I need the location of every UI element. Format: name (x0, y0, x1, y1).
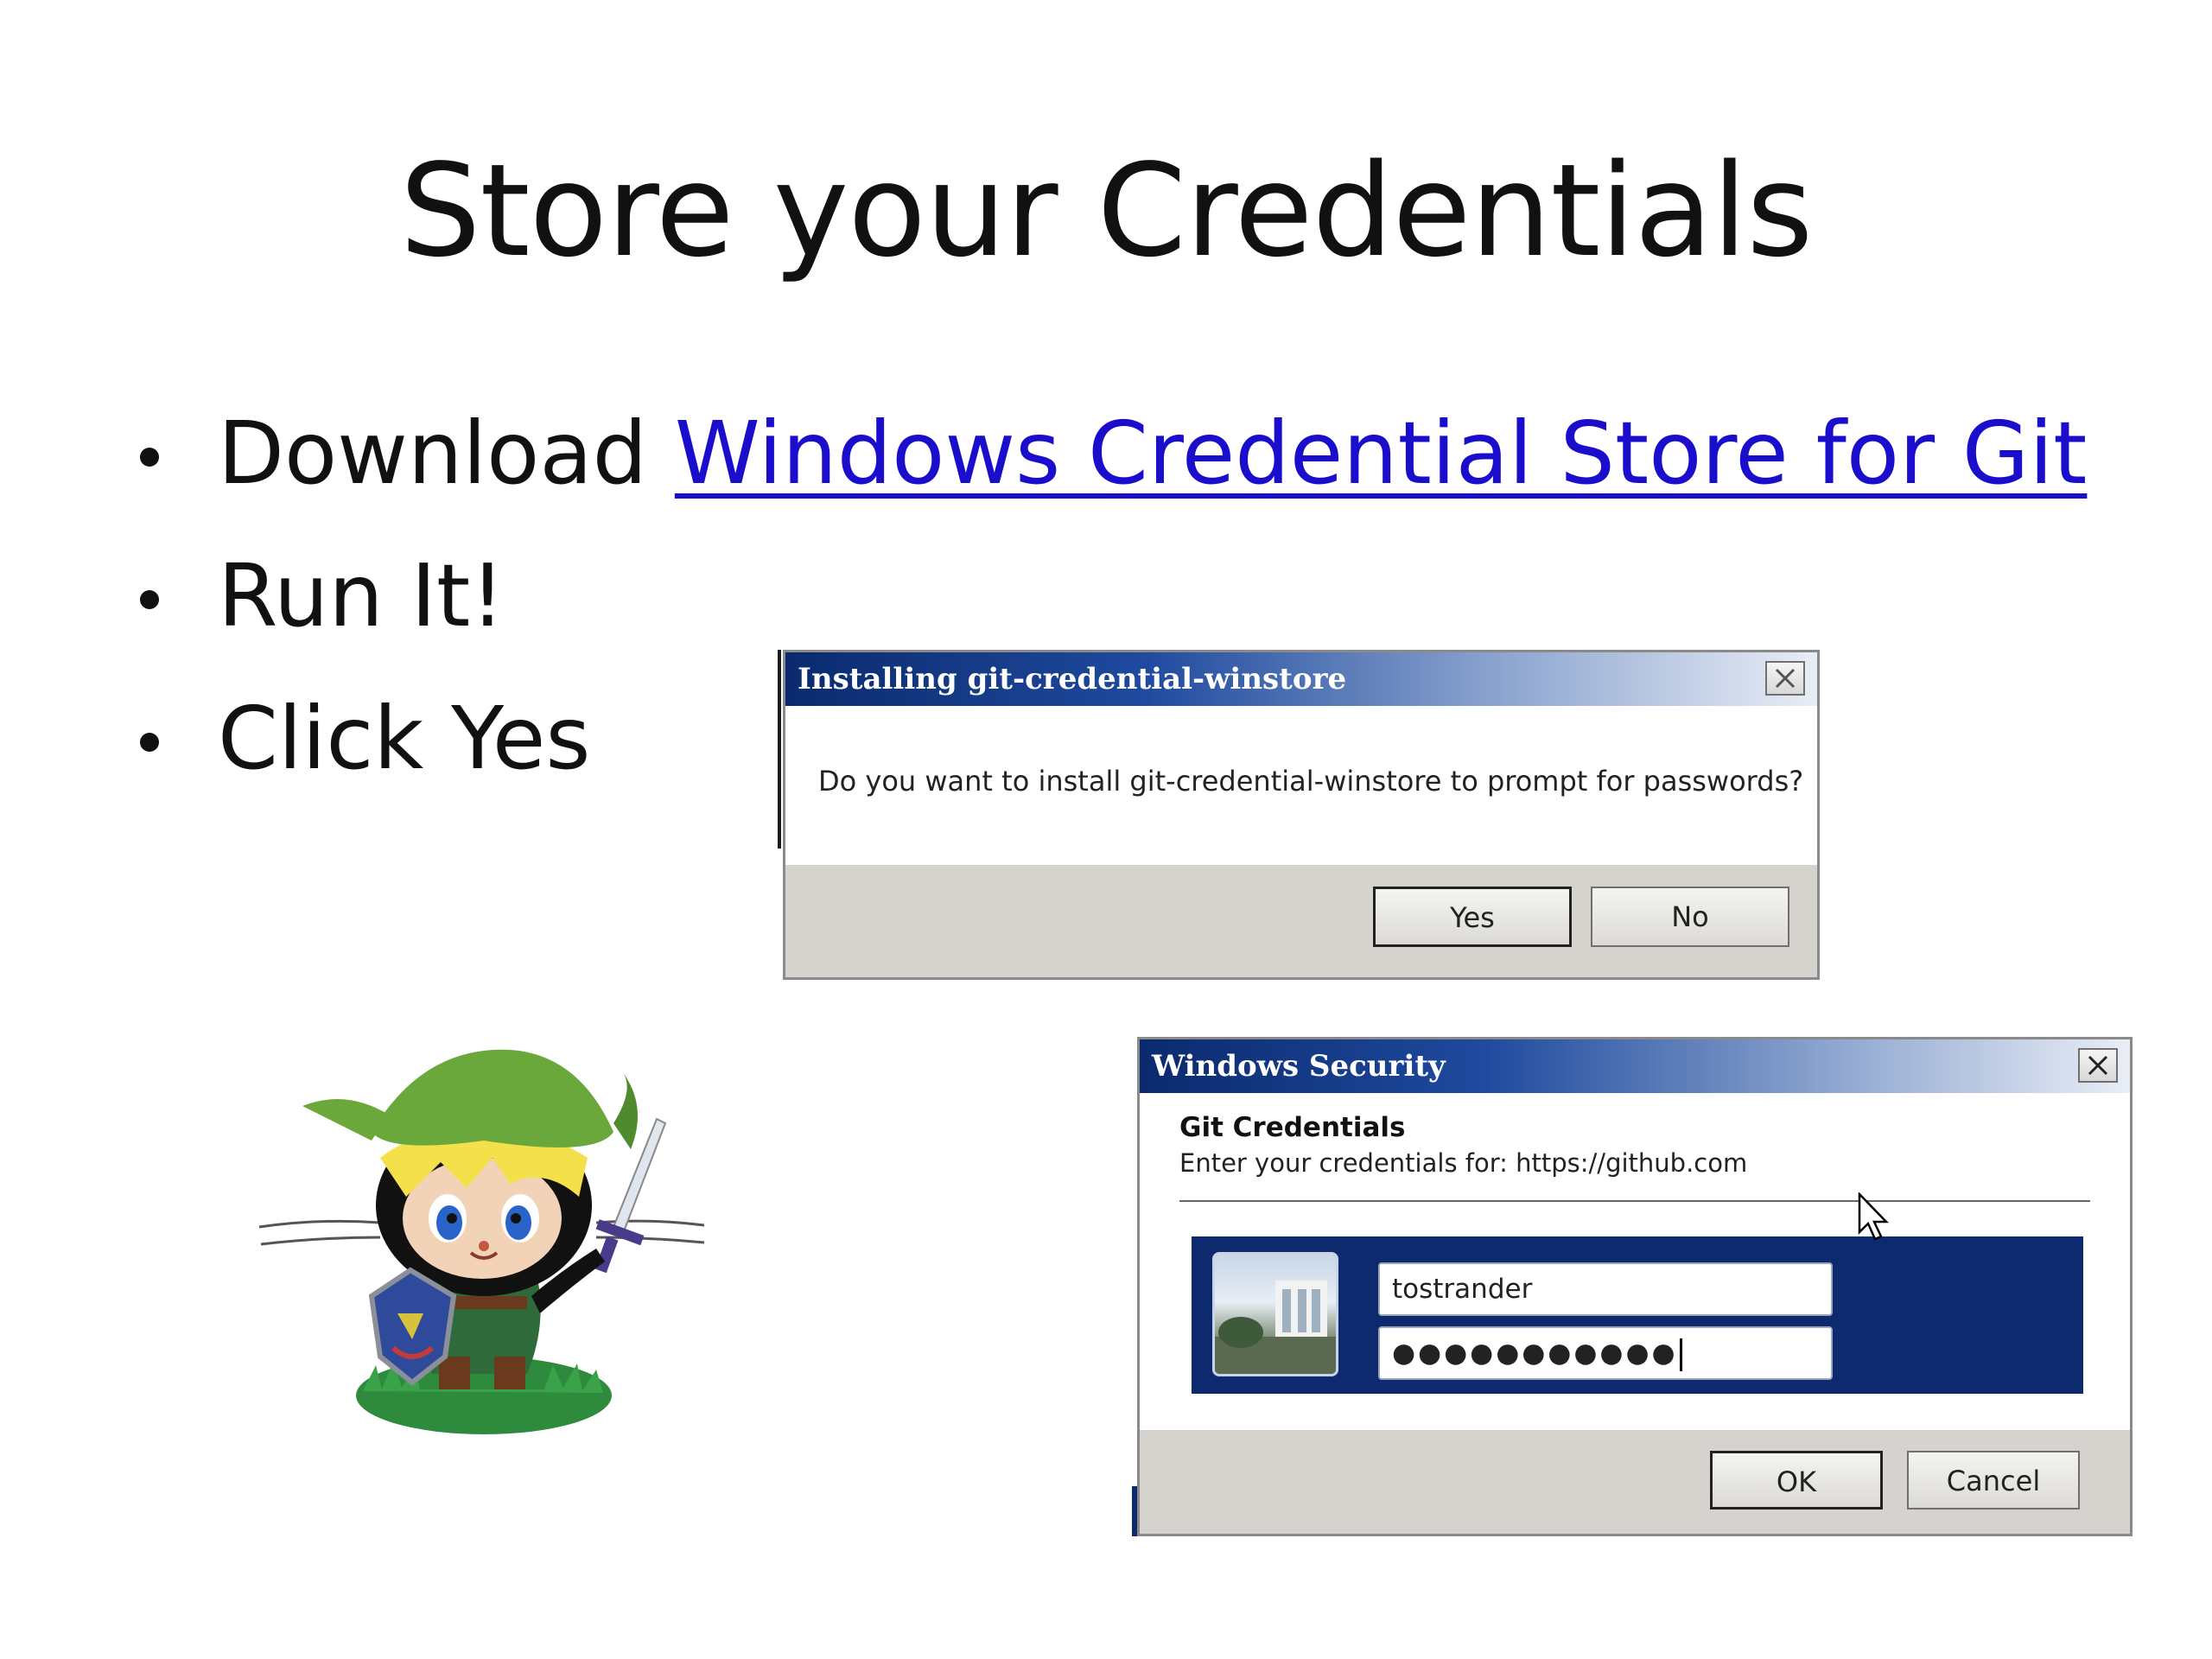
bullet-run-it-text: Run It! (218, 545, 505, 646)
close-button[interactable] (1765, 661, 1805, 696)
no-button[interactable]: No (1591, 887, 1789, 947)
yes-button[interactable]: Yes (1373, 887, 1572, 947)
install-dialog-title: Installing git-credential-winstore (798, 662, 1347, 696)
install-dialog: Installing git-credential-winstore Do yo… (783, 650, 1820, 980)
ok-button[interactable]: OK (1710, 1451, 1883, 1510)
slide-title: Store your Credentials (399, 137, 1814, 285)
cancel-button[interactable]: Cancel (1907, 1451, 2080, 1510)
bullet-dot (140, 733, 159, 752)
bullet-dot (140, 448, 159, 467)
install-dialog-titlebar: Installing git-credential-winstore (785, 652, 1817, 706)
security-dialog-titlebar: Windows Security (1140, 1039, 2130, 1093)
password-mask: ●●●●●●●●●●● (1392, 1338, 1678, 1369)
window-edge (1132, 1486, 1137, 1536)
credential-panel: tostrander ●●●●●●●●●●● (1192, 1236, 2083, 1394)
close-icon (2088, 1055, 2108, 1076)
username-field[interactable]: tostrander (1378, 1262, 1833, 1316)
security-dialog: Windows Security Git Credentials Enter y… (1137, 1037, 2133, 1536)
credential-store-link[interactable]: Windows Credential Store for Git (675, 403, 2088, 504)
bullet-download-prefix: Download (218, 403, 675, 504)
user-tile-icon (1212, 1252, 1338, 1376)
install-dialog-message: Do you want to install git-credential-wi… (818, 765, 1804, 798)
security-dialog-footer: OK Cancel (1140, 1430, 2130, 1534)
close-button[interactable] (2078, 1048, 2118, 1083)
close-icon (1775, 668, 1796, 689)
bullet-click-yes-text: Click Yes (218, 688, 591, 789)
text-caret (1679, 1338, 1682, 1371)
octocat-link-mascot (258, 1049, 705, 1434)
security-dialog-title: Windows Security (1152, 1049, 1446, 1084)
install-dialog-footer: Yes No (785, 865, 1817, 977)
bullet-dot (140, 590, 159, 609)
credentials-subheading: Enter your credentials for: https://gith… (1179, 1148, 1748, 1178)
mouse-cursor-icon (1858, 1192, 1889, 1241)
window-edge (778, 650, 781, 849)
credentials-heading: Git Credentials (1179, 1112, 1406, 1143)
password-field[interactable]: ●●●●●●●●●●● (1378, 1326, 1833, 1380)
divider (1179, 1200, 2090, 1202)
bullet-download: Download Windows Credential Store for Gi… (130, 406, 2087, 549)
